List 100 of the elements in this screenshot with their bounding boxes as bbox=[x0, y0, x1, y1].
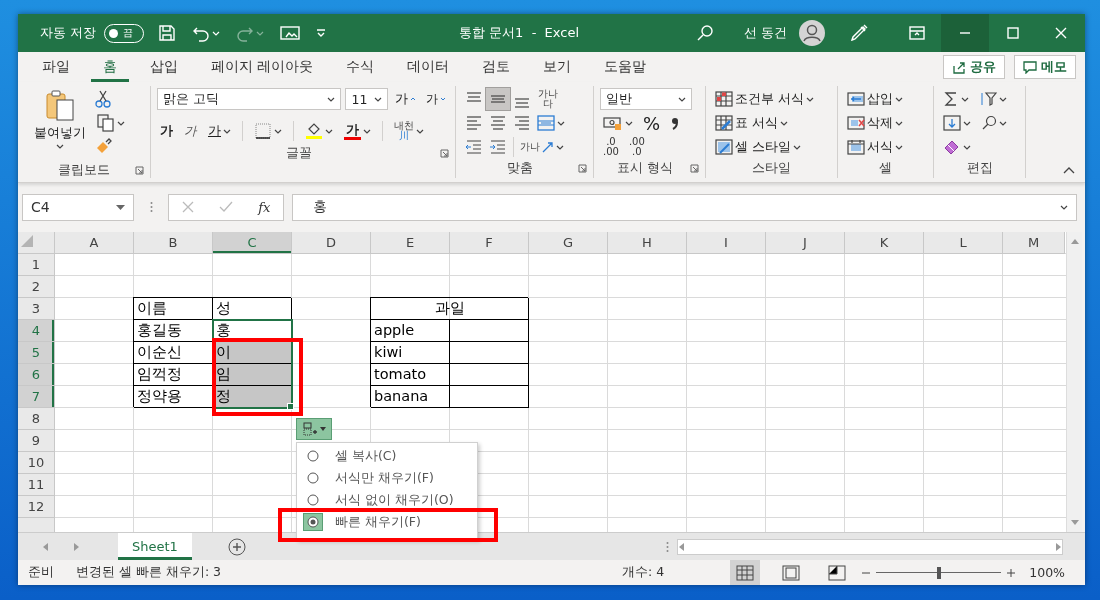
slider-thumb[interactable] bbox=[936, 566, 941, 579]
autofill-option[interactable]: 서식만 채우기(F) bbox=[297, 469, 477, 487]
add-sheet-icon[interactable] bbox=[227, 537, 246, 556]
conditional-format-icon[interactable] bbox=[715, 91, 733, 107]
table-format-icon[interactable] bbox=[715, 115, 733, 131]
paste-button[interactable]: 붙여넣기 bbox=[32, 86, 88, 162]
delete-cells-icon[interactable] bbox=[847, 115, 865, 131]
ribbon-tab[interactable]: 도움말 bbox=[592, 52, 659, 82]
page-layout-icon[interactable] bbox=[782, 564, 801, 581]
orientation-button[interactable]: 가나 bbox=[517, 136, 567, 158]
close-icon[interactable] bbox=[1055, 27, 1067, 39]
share-button[interactable]: 공유 bbox=[943, 55, 1005, 79]
style-menu-button[interactable]: 표 서식 bbox=[712, 112, 791, 134]
grow-font-button[interactable]: 가 bbox=[392, 88, 419, 110]
column-header[interactable]: J bbox=[766, 232, 845, 254]
chevron-up-icon[interactable] bbox=[1063, 166, 1075, 174]
cells-menu-button[interactable]: 삭제 bbox=[844, 112, 906, 134]
autofill-option[interactable]: 서식 없이 채우기(O) bbox=[297, 491, 477, 509]
cells-menu-button[interactable]: 삽입 bbox=[844, 88, 906, 110]
dialog-launcher-icon[interactable] bbox=[690, 163, 699, 173]
dialog-launcher-icon[interactable] bbox=[578, 163, 587, 173]
eraser-icon[interactable] bbox=[943, 139, 961, 155]
dialog-launcher-icon[interactable] bbox=[135, 166, 144, 175]
avatar-icon[interactable] bbox=[799, 20, 825, 46]
autofill-option[interactable]: 빠른 채우기(F) bbox=[297, 513, 477, 531]
scissors-icon[interactable] bbox=[94, 90, 112, 108]
dialog-launcher-icon[interactable] bbox=[440, 148, 449, 158]
comment-button[interactable]: 메모 bbox=[1014, 55, 1076, 79]
ribbon-tab[interactable]: 페이지 레이아웃 bbox=[199, 52, 326, 82]
autofill-icon[interactable] bbox=[302, 422, 317, 436]
search-icon[interactable] bbox=[981, 115, 997, 131]
column-header[interactable]: D bbox=[292, 232, 371, 254]
page-break-icon[interactable] bbox=[828, 564, 847, 581]
borders-icon[interactable] bbox=[254, 122, 272, 140]
row-header[interactable]: 5 bbox=[18, 342, 55, 364]
decrease-decimal-button[interactable]: .00 .0 bbox=[625, 136, 648, 158]
cells-menu-button[interactable]: 서식 bbox=[844, 136, 906, 158]
fill-bucket-icon[interactable] bbox=[305, 122, 323, 140]
insert-function-button[interactable]: fx bbox=[258, 199, 271, 215]
copy-icon[interactable] bbox=[97, 114, 115, 132]
ribbon-tab[interactable]: 수식 bbox=[334, 52, 387, 82]
fill-down-icon[interactable] bbox=[943, 115, 961, 131]
pen-icon[interactable] bbox=[849, 23, 869, 43]
column-header[interactable]: K bbox=[845, 232, 924, 254]
money-icon[interactable] bbox=[603, 115, 623, 131]
insert-cells-icon[interactable] bbox=[847, 91, 865, 107]
font-color-button[interactable]: 가 bbox=[341, 120, 374, 142]
sigma-icon[interactable] bbox=[943, 91, 959, 107]
previous-sheet-icon[interactable] bbox=[42, 542, 50, 551]
scroll-left-icon[interactable] bbox=[678, 542, 686, 551]
column-header[interactable]: A bbox=[55, 232, 134, 254]
column-header[interactable]: E bbox=[371, 232, 450, 254]
ribbon-tab[interactable]: 홈 bbox=[91, 52, 129, 82]
row-header[interactable]: 4 bbox=[18, 320, 55, 342]
horizontal-scrollbar[interactable] bbox=[677, 538, 1063, 555]
column-header[interactable]: L bbox=[924, 232, 1003, 254]
normal-view-icon[interactable] bbox=[736, 564, 755, 581]
name-box[interactable]: C4 bbox=[22, 193, 134, 221]
column-header[interactable]: B bbox=[134, 232, 213, 254]
underline-button[interactable]: 가 bbox=[205, 120, 234, 142]
column-header[interactable]: G bbox=[529, 232, 608, 254]
autofill-options-button[interactable] bbox=[296, 418, 332, 440]
scroll-up-icon[interactable] bbox=[1070, 238, 1079, 246]
save-icon[interactable] bbox=[158, 24, 177, 42]
column-header[interactable]: C bbox=[213, 232, 292, 254]
column-header[interactable]: M bbox=[1003, 232, 1065, 254]
row-header[interactable]: 6 bbox=[18, 364, 55, 386]
sort-filter-icon[interactable] bbox=[979, 91, 997, 107]
vertical-scrollbar[interactable] bbox=[1066, 232, 1082, 532]
row-header[interactable]: 7 bbox=[18, 386, 55, 408]
fill-handle[interactable] bbox=[287, 403, 294, 410]
format-cells-icon[interactable] bbox=[847, 139, 865, 155]
autofill-option[interactable]: 셀 복사(C) bbox=[297, 447, 477, 465]
column-header[interactable]: H bbox=[608, 232, 687, 254]
clipboard-icon[interactable] bbox=[45, 88, 75, 122]
italic-button[interactable]: 가 bbox=[181, 120, 200, 142]
ribbon-tab[interactable]: 파일 bbox=[30, 52, 82, 82]
merge-icon[interactable] bbox=[537, 115, 555, 131]
radio-button[interactable] bbox=[303, 513, 323, 531]
next-sheet-icon[interactable] bbox=[72, 542, 80, 551]
font-size-field[interactable]: 11 bbox=[345, 88, 388, 110]
ribbon-display-icon[interactable] bbox=[909, 26, 925, 40]
cell-style-icon[interactable] bbox=[715, 139, 733, 155]
style-menu-button[interactable]: 조건부 서식 bbox=[712, 88, 817, 110]
comma-icon[interactable] bbox=[670, 116, 681, 130]
scroll-down-icon[interactable] bbox=[1070, 518, 1079, 526]
sheet-tab[interactable]: Sheet1 bbox=[118, 533, 192, 560]
style-menu-button[interactable]: 셀 스타일 bbox=[712, 136, 804, 158]
bold-button[interactable]: 가 bbox=[157, 120, 176, 142]
maximize-icon[interactable] bbox=[1007, 27, 1019, 39]
diagonal-arrow-icon[interactable] bbox=[542, 141, 554, 153]
ribbon-tab[interactable]: 데이터 bbox=[395, 52, 462, 82]
wrap-text-button[interactable]: 가나다 bbox=[534, 88, 562, 110]
search-icon[interactable] bbox=[695, 24, 714, 42]
increase-decimal-button[interactable]: .0 .00 bbox=[600, 136, 622, 158]
column-header[interactable]: I bbox=[687, 232, 766, 254]
formula-field[interactable]: 홍 bbox=[292, 193, 1077, 221]
customize-icon[interactable] bbox=[316, 28, 327, 38]
number-format-field[interactable]: 일반 bbox=[600, 88, 692, 110]
column-header[interactable]: F bbox=[450, 232, 529, 254]
